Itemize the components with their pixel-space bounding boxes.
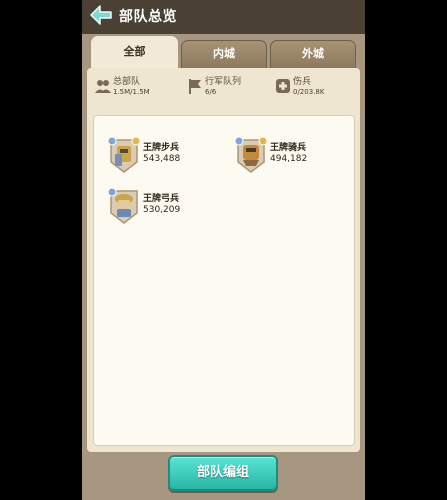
page-title: 部队总览 [119,9,177,25]
march-flag-icon [187,78,203,94]
troop-count: 530,209 [143,205,181,215]
troop-item-archer[interactable]: 王牌弓兵 530,209 [107,187,217,227]
troop-name: 王牌骑兵 [270,143,307,153]
stat-label: 行军队列 [205,77,242,87]
troop-overview-screen: 部队总览 全部 内城 外城 总部队 1.5M/1.5M 行军队列 6/6 伤兵 … [82,0,365,500]
back-arrow-icon[interactable] [89,4,113,26]
stat-value: 6/6 [205,88,217,96]
cavalry-portrait-icon [234,136,268,174]
wounded-cross-icon [275,78,291,94]
content-panel: 总部队 1.5M/1.5M 行军队列 6/6 伤兵 0/203.8K 王牌步兵 … [87,68,360,452]
troop-count: 543,488 [143,154,181,164]
troops-icon [95,78,111,94]
troop-count: 494,182 [270,154,308,164]
troop-item-infantry[interactable]: 王牌步兵 543,488 [107,136,217,176]
troop-name: 王牌步兵 [143,143,180,153]
stat-march-queue: 行军队列 6/6 [187,74,257,104]
stat-wounded: 伤兵 0/203.8K [275,74,355,104]
troop-item-cavalry[interactable]: 王牌骑兵 494,182 [234,136,344,176]
stat-total-troops: 总部队 1.5M/1.5M [95,74,165,104]
troop-formation-button[interactable]: 部队编组 [168,455,278,491]
troop-name: 王牌弓兵 [143,194,180,204]
infantry-portrait-icon [107,136,141,174]
tab-outer-city[interactable]: 外城 [270,40,356,68]
troop-list: 王牌步兵 543,488 王牌骑兵 494,182 王牌弓兵 530,209 [93,115,355,446]
stats-row: 总部队 1.5M/1.5M 行军队列 6/6 伤兵 0/203.8K [87,68,360,106]
header-bar: 部队总览 [82,0,365,34]
stat-label: 总部队 [113,77,141,87]
tab-bar: 全部 内城 外城 [82,36,365,70]
tab-all[interactable]: 全部 [91,36,178,70]
tab-inner-city[interactable]: 内城 [181,40,267,68]
stat-value: 0/203.8K [293,88,325,96]
archer-portrait-icon [107,187,141,225]
footer-bar: 部队编组 [82,452,365,500]
stat-label: 伤兵 [293,77,312,87]
stat-value: 1.5M/1.5M [113,88,150,96]
